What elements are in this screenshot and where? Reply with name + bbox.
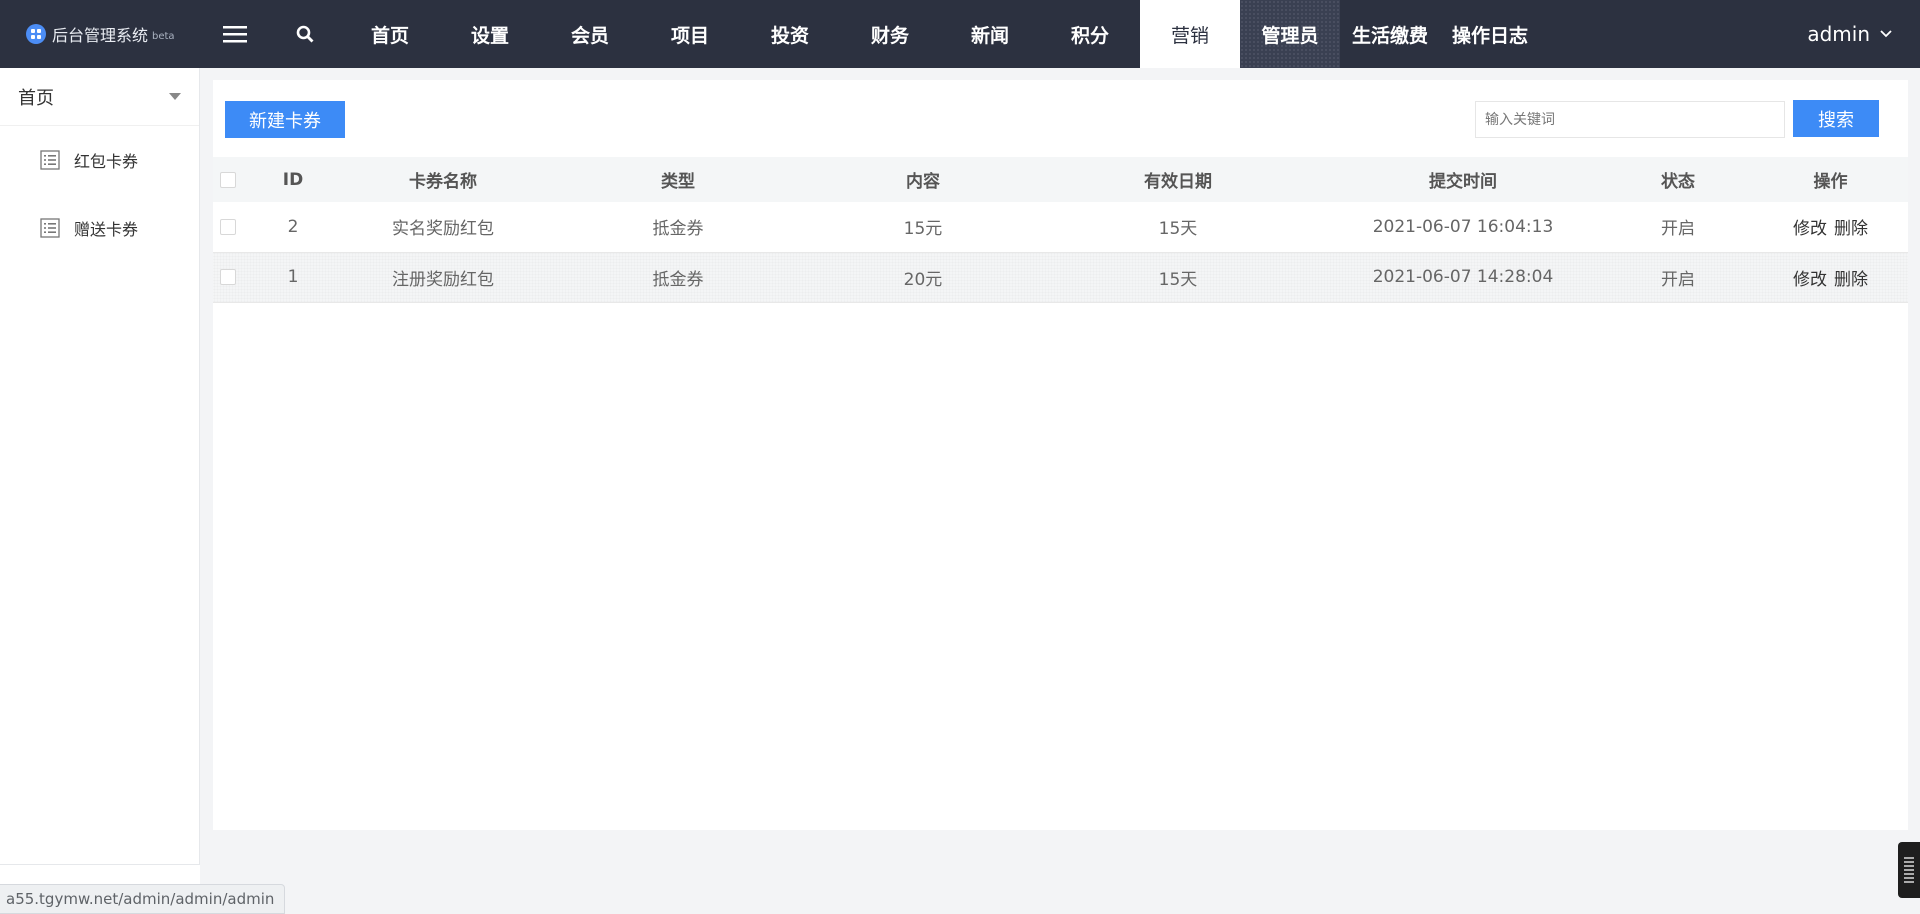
sidebar-item-1[interactable]: 赠送卡券 <box>0 194 199 262</box>
cell-status: 开启 <box>1661 219 1695 240</box>
sidebar-header[interactable]: 首页 <box>0 68 199 126</box>
brand[interactable]: 后台管理系统 beta <box>0 0 200 68</box>
chevron-down-icon <box>1880 30 1892 38</box>
brand-logo-icon <box>26 24 46 44</box>
nav-item-8[interactable]: 营销 <box>1140 0 1240 68</box>
sidebar-item-label: 红包卡券 <box>74 152 139 171</box>
new-coupon-button[interactable]: 新建卡券 <box>225 101 345 138</box>
select-all-cell <box>213 157 243 202</box>
sidebar-header-label: 首页 <box>18 87 54 109</box>
cell-content: 15元 <box>903 219 943 240</box>
cell-type: 抵金券 <box>652 269 704 290</box>
cell-name: 实名奖励红包 <box>392 219 494 240</box>
caret-down-icon <box>169 92 181 100</box>
nav-item-11[interactable]: 操作日志 <box>1440 0 1540 68</box>
status-bar-url: a55.tgymw.net/admin/admin/admin <box>0 884 286 914</box>
nav-item-4[interactable]: 投资 <box>740 0 840 68</box>
nav-item-2[interactable]: 会员 <box>540 0 640 68</box>
nav-item-6[interactable]: 新闻 <box>940 0 1040 68</box>
cell-status: 开启 <box>1661 269 1695 290</box>
toolbar: 新建卡券 搜索 <box>213 80 1908 157</box>
cell-time: 2021-06-07 16:04:13 <box>1372 216 1554 237</box>
cell-id: 2 <box>287 216 299 237</box>
brand-tag: beta <box>152 31 175 42</box>
nav-item-7[interactable]: 积分 <box>1040 0 1140 68</box>
search-input[interactable] <box>1475 101 1785 138</box>
nav-item-0[interactable]: 首页 <box>340 0 440 68</box>
search-submit-button[interactable]: 搜索 <box>1793 100 1879 137</box>
cell-valid: 15天 <box>1158 219 1198 240</box>
column-header-status: 状态 <box>1661 172 1695 192</box>
cell-actions: 修改 删除 <box>1753 252 1908 302</box>
nav-item-3[interactable]: 项目 <box>640 0 740 68</box>
column-header-type: 类型 <box>661 172 695 192</box>
delete-link[interactable]: 删除 <box>1834 219 1868 239</box>
column-header-name: 卡券名称 <box>409 172 477 192</box>
column-header-time: 提交时间 <box>1429 172 1497 192</box>
coupon-table: ID 卡券名称 类型 内容 有效日期 提交时间 状态 操作 2 实名奖励红包 抵金券… <box>213 157 1908 303</box>
user-name: admin <box>1807 22 1870 46</box>
row-select-cell <box>213 252 243 302</box>
table-row: 2 实名奖励红包 抵金券 15元 15天 2021-06-07 16:04:13 开启 修改删… <box>213 202 1908 252</box>
main-nav: 首页 设置 会员 项目 投资 财务 新闻 积分 营销 管理员 生活缴费 操作日志 <box>340 0 1540 68</box>
cell-name: 注册奖励红包 <box>392 269 494 290</box>
edit-link[interactable]: 修改 <box>1793 270 1827 290</box>
column-header-actions: 操作 <box>1813 172 1848 192</box>
nav-item-5[interactable]: 财务 <box>840 0 940 68</box>
sidebar-item-0[interactable]: 红包卡券 <box>0 126 199 194</box>
menu-toggle-button[interactable] <box>200 0 270 68</box>
row-select-cell <box>213 202 243 252</box>
table-row: 1 注册奖励红包 抵金券 20元 15天 2021-06-07 14:28:04 开启 修改删… <box>213 252 1908 302</box>
cell-time: 2021-06-07 14:28:04 <box>1372 267 1554 287</box>
list-icon <box>40 218 60 238</box>
list-icon <box>40 150 60 170</box>
nav-item-10[interactable]: 生活缴费 <box>1340 0 1440 68</box>
column-header-content: 内容 <box>906 172 940 192</box>
column-header-id: ID <box>282 169 304 190</box>
edit-link[interactable]: 修改 <box>1793 219 1827 239</box>
nav-item-9[interactable]: 管理员 <box>1240 0 1340 68</box>
search-icon <box>296 25 314 43</box>
hamburger-icon <box>223 26 247 43</box>
sidebar: 首页 红包卡券赠送卡券 <box>0 68 200 914</box>
select-all-checkbox[interactable] <box>220 171 236 188</box>
row-checkbox[interactable] <box>220 269 236 285</box>
sidebar-item-label: 赠送卡券 <box>74 220 139 239</box>
brand-title: 后台管理系统 <box>52 26 149 45</box>
column-header-valid: 有效日期 <box>1144 172 1212 192</box>
cell-valid: 15天 <box>1158 269 1198 290</box>
table-header-row: ID 卡券名称 类型 内容 有效日期 提交时间 状态 操作 <box>213 157 1908 202</box>
delete-link[interactable]: 删除 <box>1834 270 1868 290</box>
cell-actions: 修改 删除 <box>1753 202 1908 252</box>
content-panel: 新建卡券 搜索 ID 卡券名称 类型 内容 有效日期 提交时间 状态 操作 2 实… <box>213 80 1908 830</box>
cell-id: 1 <box>287 267 299 287</box>
nav-item-1[interactable]: 设置 <box>440 0 540 68</box>
cell-content: 20元 <box>903 269 943 290</box>
user-menu[interactable]: admin <box>1807 0 1892 68</box>
top-nav-bar: 后台管理系统 beta 首页 设置 会员 项目 投资 财务 新闻 积分 营销 管理员 生活缴费 操作日… <box>0 0 1920 68</box>
scroll-widget[interactable] <box>1898 842 1920 898</box>
row-checkbox[interactable] <box>220 218 236 235</box>
search-button[interactable] <box>270 0 340 68</box>
cell-type: 抵金券 <box>652 219 704 240</box>
